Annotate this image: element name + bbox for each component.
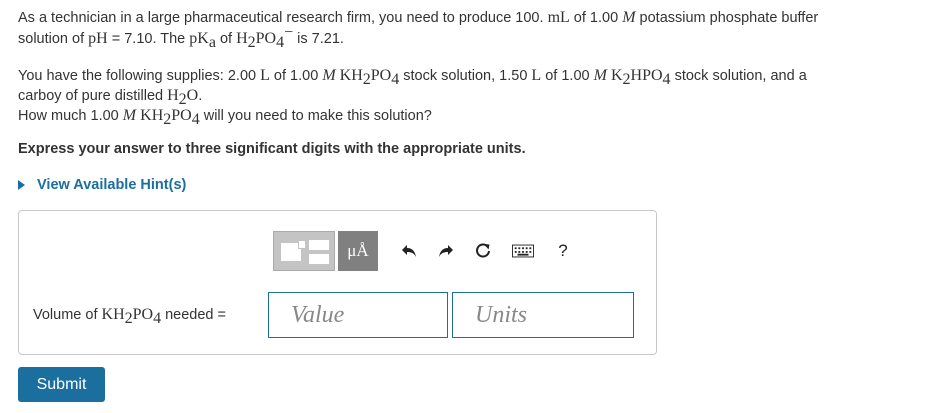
formula-subscript: 2	[124, 309, 133, 327]
formula-part: K	[610, 67, 623, 84]
view-hints-link[interactable]: View Available Hint(s)	[18, 177, 186, 193]
redo-icon	[439, 245, 453, 257]
question-text: = 7.10. The	[107, 31, 190, 47]
molarity-symbol: M	[322, 67, 336, 84]
question-text: You have the following supplies: 2.00	[18, 68, 261, 84]
value-input[interactable]: Value	[268, 292, 448, 338]
question-line-2: solution of pH = 7.10. The pKa of H2PO4−…	[18, 25, 938, 51]
unit-l: L	[260, 67, 270, 84]
question-line-5: How much 1.00 M KH2PO4 will you need to …	[18, 106, 938, 128]
formula-part: H	[167, 87, 179, 104]
reset-icon	[476, 243, 490, 258]
unit-l: L	[531, 67, 542, 84]
formula-part: HPO	[630, 67, 663, 84]
formula-subscript: 4	[153, 309, 162, 327]
question-text: How much 1.00	[18, 108, 123, 124]
molarity-symbol: M	[122, 107, 137, 124]
question-text: solution of	[18, 31, 89, 47]
question-text: carboy of pure distilled	[18, 88, 168, 104]
template-superscript-icon	[298, 240, 306, 249]
molarity-symbol: M	[622, 9, 636, 26]
formula-part: H	[236, 30, 248, 47]
submit-label: Submit	[36, 375, 87, 393]
molarity-symbol: M	[593, 67, 607, 84]
ph-symbol: pH	[88, 30, 108, 47]
formula-charge: −	[284, 24, 294, 42]
units-input[interactable]: Units	[452, 292, 634, 338]
question-text: of 1.00	[269, 68, 323, 84]
question-text: of 1.00	[541, 68, 594, 84]
formula-part: PO	[255, 30, 277, 47]
keyboard-button[interactable]	[512, 240, 534, 262]
templates-button[interactable]	[273, 231, 335, 271]
redo-button[interactable]	[435, 240, 457, 262]
reset-button[interactable]	[472, 240, 494, 262]
formula-subscript: 4	[191, 110, 200, 128]
answer-label-text: needed =	[161, 307, 226, 323]
formula-part: PO	[132, 306, 154, 323]
formula-part: O	[186, 87, 199, 104]
units-placeholder: Units	[475, 302, 528, 328]
formula-part: KH	[339, 67, 363, 84]
submit-button[interactable]: Submit	[18, 367, 105, 402]
units-button-label: μÅ	[347, 241, 369, 260]
math-toolbar: μÅ ?	[273, 231, 574, 271]
question-text: stock solution, and a	[670, 68, 807, 84]
formula-subscript: 4	[276, 33, 285, 51]
units-button[interactable]: μÅ	[338, 231, 378, 271]
answer-label: Volume of KH2PO4 needed =	[33, 306, 226, 327]
answer-row: Volume of KH2PO4 needed = Value Units	[33, 292, 643, 338]
question-text: is 7.21.	[293, 31, 344, 47]
pka-symbol: pK	[189, 30, 209, 47]
undo-button[interactable]	[398, 240, 420, 262]
help-icon: ?	[558, 241, 568, 260]
question-text: potassium phosphate buffer	[635, 10, 819, 26]
keyboard-icon	[512, 244, 534, 258]
template-fraction-top-icon	[309, 240, 329, 250]
unit-ml: mL	[547, 9, 570, 26]
undo-icon	[402, 245, 416, 257]
question-text: of 1.00	[569, 10, 623, 26]
expand-triangle-icon	[18, 180, 25, 190]
answer-label-text: Volume of	[33, 307, 102, 323]
question-text: .	[198, 88, 203, 104]
question-text: of	[215, 31, 237, 47]
formula-part: KH	[140, 107, 164, 124]
formula-part: PO	[171, 107, 192, 124]
formula-part: KH	[101, 306, 125, 323]
answer-instruction: Express your answer to three significant…	[18, 141, 526, 157]
question-line-3: You have the following supplies: 2.00 L …	[18, 66, 938, 87]
template-fraction-bottom-icon	[309, 254, 329, 264]
question-text: will you need to make this solution?	[199, 108, 432, 124]
value-placeholder: Value	[291, 302, 345, 328]
question-line-1: As a technician in a large pharmaceutica…	[18, 8, 938, 28]
pka-subscript: a	[208, 33, 216, 51]
formula-part: PO	[370, 67, 392, 84]
hint-label: View Available Hint(s)	[37, 177, 187, 193]
question-text: As a technician in a large pharmaceutica…	[18, 10, 548, 26]
question-text: stock solution, 1.50	[399, 68, 532, 84]
question-line-4: carboy of pure distilled H2O.	[18, 86, 938, 107]
help-button[interactable]: ?	[552, 240, 574, 262]
formula-subscript: 2	[247, 33, 256, 51]
